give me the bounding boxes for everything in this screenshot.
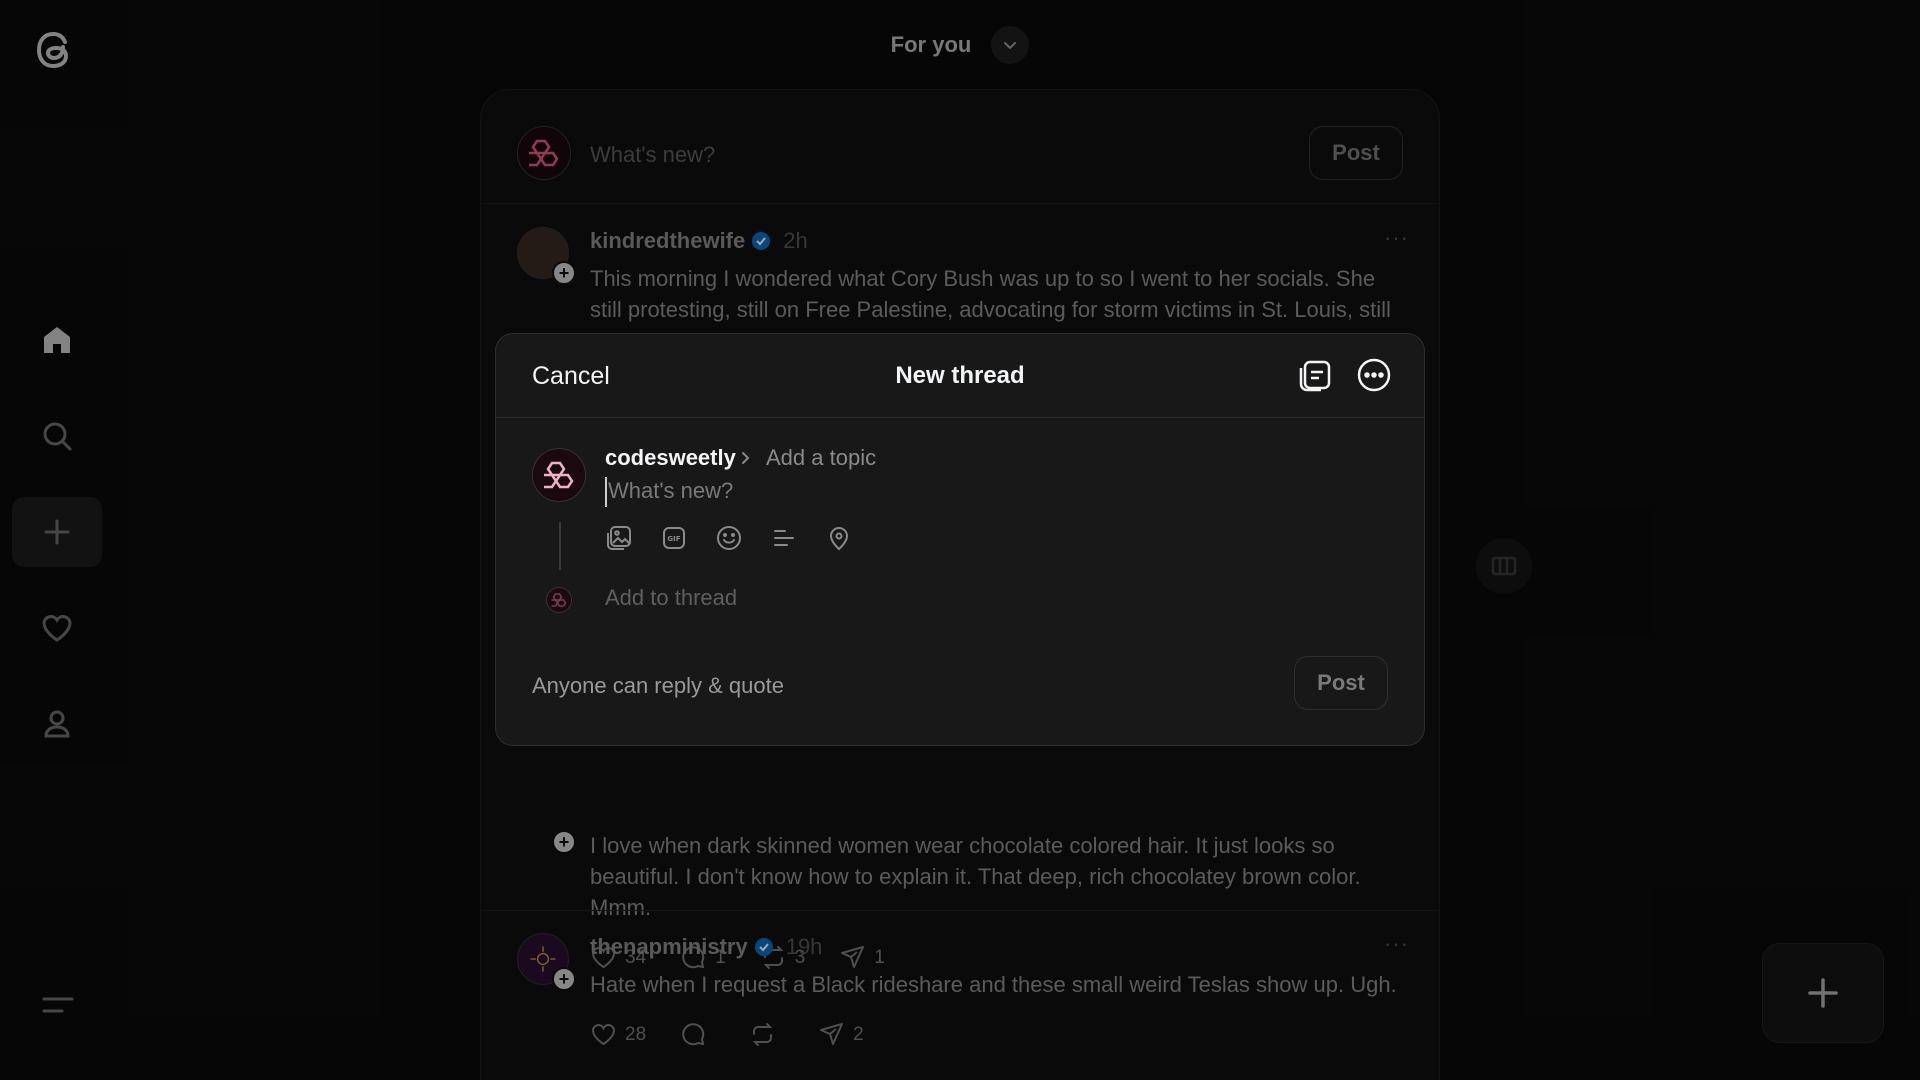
post-button[interactable]: Post [1309, 126, 1403, 180]
poll-icon[interactable] [770, 524, 798, 552]
person-icon [44, 710, 70, 738]
avatar[interactable] [517, 126, 571, 180]
add-topic-button[interactable]: Add a topic [766, 445, 876, 471]
repost-button[interactable] [749, 1021, 784, 1048]
verified-badge-icon [752, 232, 771, 250]
columns-icon [1491, 556, 1517, 576]
thread-line [559, 522, 561, 570]
feed-dropdown-button[interactable] [991, 26, 1030, 64]
drafts-icon[interactable] [1296, 356, 1334, 394]
post-actions: 28 2 [590, 1021, 864, 1048]
thread-text-input[interactable]: What's new? [605, 477, 1305, 507]
heart-icon [591, 1024, 616, 1046]
follow-plus-icon[interactable]: + [552, 967, 576, 991]
avatar [546, 587, 572, 613]
post-text: Hate when I request a Black rideshare an… [590, 972, 1397, 997]
like-count: 28 [625, 1023, 647, 1045]
chevron-down-icon [1004, 42, 1017, 50]
more-options-icon[interactable]: ··· [1384, 225, 1409, 251]
inline-composer[interactable]: What's new? Post [481, 90, 1439, 204]
post: + thenapministry 19h ··· Hate when I requ… [481, 911, 1439, 1080]
composer-username[interactable]: codesweetly [605, 445, 736, 471]
post-button[interactable]: Post [1294, 656, 1388, 710]
home-icon [44, 327, 70, 353]
threads-logo-icon[interactable] [32, 26, 80, 74]
more-circle-icon[interactable] [1355, 356, 1393, 394]
emoji-icon[interactable] [715, 524, 743, 552]
add-to-thread-button[interactable]: Add to thread [605, 585, 737, 611]
post-username[interactable]: thenapministry [590, 934, 748, 959]
modal-title: New thread [895, 362, 1025, 389]
search-icon [43, 422, 72, 451]
post-time: 19h [785, 934, 823, 959]
reply-settings-button[interactable]: Anyone can reply & quote [532, 673, 784, 699]
sidebar [0, 0, 114, 1080]
compose-toolbar: GIF [605, 524, 853, 552]
send-icon [820, 1023, 844, 1045]
sidebar-item-search[interactable] [12, 401, 102, 471]
post-username[interactable]: kindredthewife [590, 228, 745, 253]
menu-icon[interactable] [40, 990, 76, 1020]
threads-app: For you What's new? Post + kindredthewif… [0, 0, 1920, 1080]
reply-button[interactable] [680, 1021, 715, 1048]
sidebar-item-profile[interactable] [12, 689, 102, 759]
image-icon[interactable] [605, 524, 633, 552]
plus-icon [1808, 978, 1838, 1008]
follow-plus-icon[interactable]: + [552, 261, 576, 285]
add-column-button[interactable] [1476, 538, 1532, 594]
verified-badge-icon [754, 938, 773, 956]
share-count: 2 [853, 1023, 864, 1045]
post-text: This morning I wondered what Cory Bush w… [590, 266, 1391, 322]
location-icon[interactable] [825, 524, 853, 552]
new-thread-modal: Cancel New thread codesweetly Add a topi… [495, 333, 1425, 746]
like-button[interactable]: 28 [590, 1021, 646, 1048]
follow-plus-icon[interactable]: + [552, 830, 576, 854]
more-options-icon[interactable]: ··· [1384, 931, 1409, 957]
heart-icon [42, 615, 72, 642]
gif-icon[interactable]: GIF [660, 524, 688, 552]
plus-icon [44, 519, 70, 545]
chevron-right-icon [742, 452, 750, 464]
feed-header: For you [480, 0, 1440, 90]
repost-icon [752, 1023, 773, 1046]
comment-icon [682, 1023, 705, 1046]
composer-placeholder[interactable]: What's new? [590, 142, 715, 168]
sidebar-item-create[interactable] [12, 497, 102, 567]
svg-text:GIF: GIF [667, 535, 680, 543]
modal-header: Cancel New thread [496, 334, 1424, 418]
feed-title: For you [890, 32, 972, 57]
create-fab-button[interactable] [1762, 943, 1884, 1043]
share-button[interactable]: 2 [818, 1021, 864, 1048]
sidebar-item-activity[interactable] [12, 593, 102, 663]
avatar[interactable] [532, 448, 586, 502]
post-time: 2h [783, 228, 808, 253]
sidebar-item-home[interactable] [12, 305, 102, 375]
